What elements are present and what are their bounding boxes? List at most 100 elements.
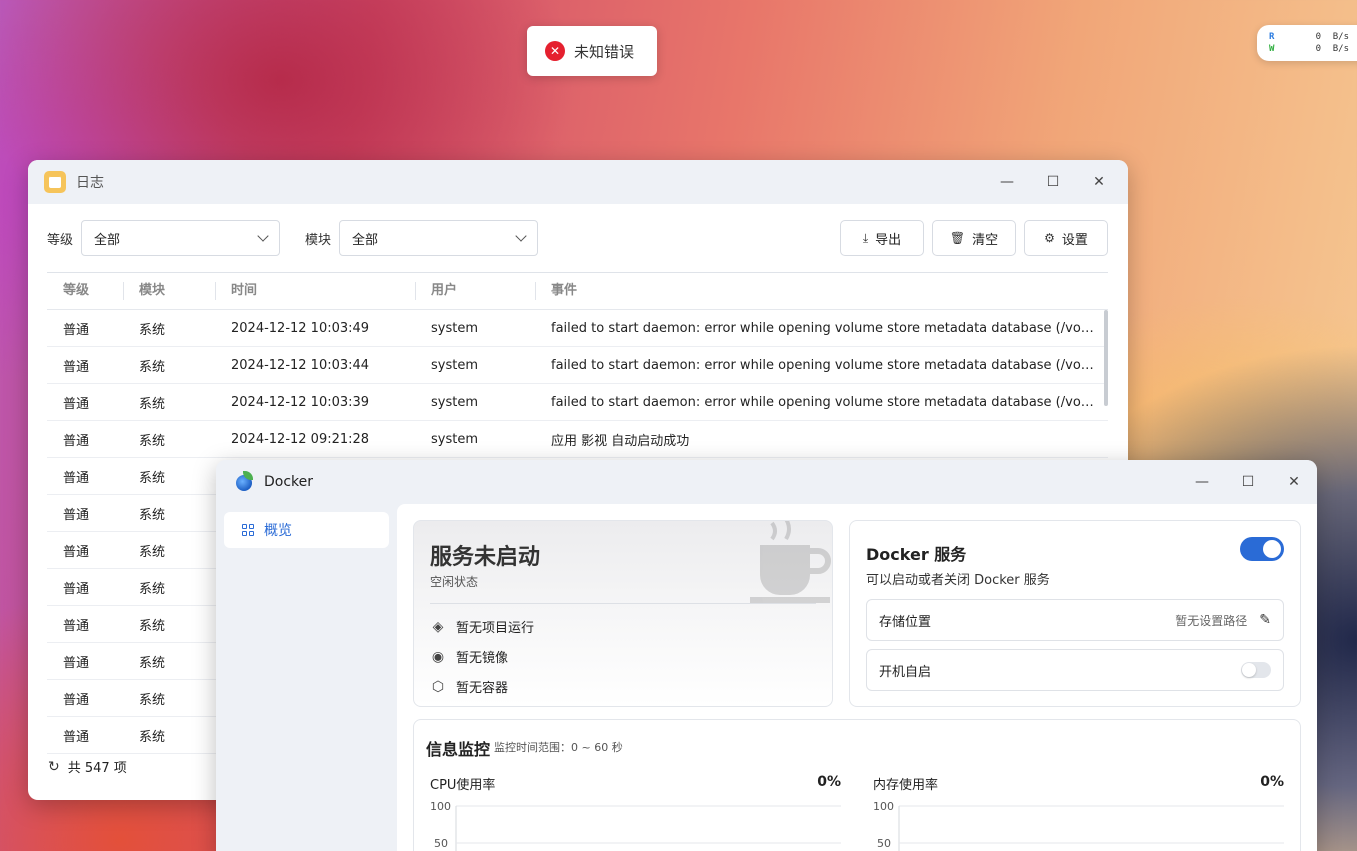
disc-icon: ◉ [431, 648, 445, 665]
cell-module: 系统 [139, 507, 166, 523]
cell-time: 2024-12-12 10:03:49 [231, 320, 370, 336]
cell-level: 普通 [63, 544, 90, 560]
column-header-time[interactable]: 时间 [215, 282, 415, 300]
cell-module: 系统 [139, 359, 166, 375]
y-tick-100: 100 [430, 800, 451, 813]
cell-level: 普通 [63, 359, 90, 375]
cell-level: 普通 [63, 692, 90, 708]
level-select[interactable]: 全部 [81, 220, 281, 256]
read-label: R [1269, 32, 1275, 42]
cell-level: 普通 [63, 322, 90, 338]
module-select[interactable]: 全部 [339, 220, 539, 256]
divider [430, 603, 816, 604]
log-app-icon [44, 171, 66, 193]
error-icon: ✕ [545, 41, 565, 61]
read-unit: B/s [1332, 32, 1349, 42]
docker-service-toggle[interactable] [1240, 537, 1284, 561]
settings-button[interactable]: ⚙ 设置 [1024, 220, 1108, 256]
cell-user: system [431, 431, 478, 447]
cell-module: 系统 [139, 618, 166, 634]
cell-user: system [431, 394, 478, 410]
storage-location-row: 存储位置 暂无设置路径 ✎ [866, 599, 1284, 641]
table-row[interactable]: 普通 系统 2024-12-12 10:03:49 system failed to s… [47, 310, 1108, 347]
cell-level: 普通 [63, 507, 90, 523]
gear-icon: ⚙ [1044, 231, 1055, 245]
table-scrollbar[interactable] [1104, 310, 1108, 406]
status-item-containers: ⬡ 暂无容器 [430, 677, 508, 697]
table-row[interactable]: 普通 系统 2024-12-12 10:03:44 system failed to s… [47, 347, 1108, 384]
total-count: 共 547 项 [67, 761, 127, 776]
cell-level: 普通 [63, 581, 90, 597]
clear-button[interactable]: 🗑 清空 [932, 220, 1016, 256]
service-status-card: 服务未启动 空闲状态 ◈ 暂无项目运行 ◉ 暂无镜像 ⬡ 暂无容器 [413, 520, 833, 707]
column-header-level[interactable]: 等级 [47, 282, 123, 300]
storage-location-label: 存储位置 [879, 614, 932, 630]
docker-main-panel: 服务未启动 空闲状态 ◈ 暂无项目运行 ◉ 暂无镜像 ⬡ 暂无容器 Docker… [397, 504, 1317, 851]
column-header-user[interactable]: 用户 [415, 282, 535, 300]
docker-window-title: Docker [264, 474, 314, 490]
layers-icon: ◈ [432, 618, 444, 635]
column-header-module[interactable]: 模块 [123, 282, 215, 300]
memory-chart-plot: 100 50 [873, 800, 1284, 851]
cpu-usage-chart: CPU使用率 0% 100 50 [430, 774, 841, 851]
y-tick-100: 100 [873, 800, 894, 813]
memory-usage-chart: 内存使用率 0% 100 50 [873, 774, 1284, 851]
monitor-title: 信息监控 [426, 740, 491, 759]
info-monitor-card: 信息监控 监控时间范围：0 ~ 60 秒 CPU使用率 0% 100 50 内存… [413, 719, 1301, 851]
docker-window-titlebar[interactable]: Docker — ☐ ✕ [216, 460, 1317, 504]
level-filter-label: 等级 [47, 232, 74, 248]
y-tick-50: 50 [434, 837, 448, 850]
level-select-value: 全部 [94, 232, 121, 248]
cell-level: 普通 [63, 433, 90, 449]
cell-module: 系统 [139, 655, 166, 671]
cell-event: 应用 影视 自动启动成功 [551, 433, 690, 449]
cell-level: 普通 [63, 729, 90, 745]
cell-module: 系统 [139, 322, 166, 338]
download-arrow-icon: ↧ [1349, 43, 1357, 55]
cell-time: 2024-12-12 09:21:28 [231, 431, 370, 447]
cell-level: 普通 [63, 618, 90, 634]
service-status-subtitle: 空闲状态 [430, 575, 479, 589]
memory-usage-value: 0% [1260, 774, 1284, 790]
docker-service-card: Docker 服务 可以启动或者关闭 Docker 服务 存储位置 暂无设置路径… [849, 520, 1301, 707]
log-window-titlebar[interactable]: 日志 — ☐ ✕ [28, 160, 1128, 204]
cell-module: 系统 [139, 729, 166, 745]
module-select-value: 全部 [352, 232, 379, 248]
status-item-projects: ◈ 暂无项目运行 [430, 617, 535, 637]
table-row[interactable]: 普通 系统 2024-12-12 10:03:39 system failed to s… [47, 384, 1108, 421]
edit-icon[interactable]: ✎ [1259, 612, 1271, 628]
toast-message: 未知错误 [574, 42, 635, 61]
status-item-label: 暂无项目运行 [456, 621, 535, 636]
cube-icon: ⬡ [431, 678, 445, 695]
autostart-toggle[interactable] [1241, 662, 1271, 678]
docker-app-icon [234, 471, 254, 492]
cpu-usage-value: 0% [817, 774, 841, 790]
minimize-button[interactable]: — [1179, 460, 1225, 504]
cell-module: 系统 [139, 470, 166, 486]
close-button[interactable]: ✕ [1271, 460, 1317, 504]
table-row[interactable]: 普通 系统 2024-12-12 09:21:28 system 应用 影视 自动启动成… [47, 421, 1108, 458]
read-speed-row: R 0 B/s ↥ [1269, 31, 1357, 43]
cell-level: 普通 [63, 396, 90, 412]
maximize-button[interactable]: ☐ [1030, 160, 1076, 204]
cell-event: failed to start daemon: error while open… [551, 320, 1095, 336]
cell-user: system [431, 357, 478, 373]
cpu-chart-plot: 100 50 [430, 800, 841, 851]
network-speed-widget[interactable]: R 0 B/s ↥ W 0 B/s ↧ [1257, 25, 1357, 61]
trash-icon: 🗑 [949, 231, 966, 245]
error-toast: ✕ 未知错误 [527, 26, 657, 76]
download-icon: ⤓ [862, 230, 869, 245]
sidebar-item-overview[interactable]: 概览 [224, 512, 389, 548]
maximize-button[interactable]: ☐ [1225, 460, 1271, 504]
refresh-icon[interactable]: ↻ [48, 759, 60, 775]
cell-time: 2024-12-12 10:03:44 [231, 357, 370, 373]
clear-label: 清空 [972, 232, 999, 248]
export-button[interactable]: ⤓ 导出 [840, 220, 924, 256]
close-button[interactable]: ✕ [1076, 160, 1122, 204]
service-status-title: 服务未启动 [430, 545, 541, 570]
docker-window: Docker — ☐ ✕ 概览 服务未启动 空闲状态 ◈ 暂无项目运行 ◉ 暂无… [216, 460, 1317, 851]
minimize-button[interactable]: — [984, 160, 1030, 204]
write-value: 0 [1315, 44, 1321, 54]
column-header-event[interactable]: 事件 [535, 282, 1095, 300]
settings-label: 设置 [1061, 232, 1088, 248]
